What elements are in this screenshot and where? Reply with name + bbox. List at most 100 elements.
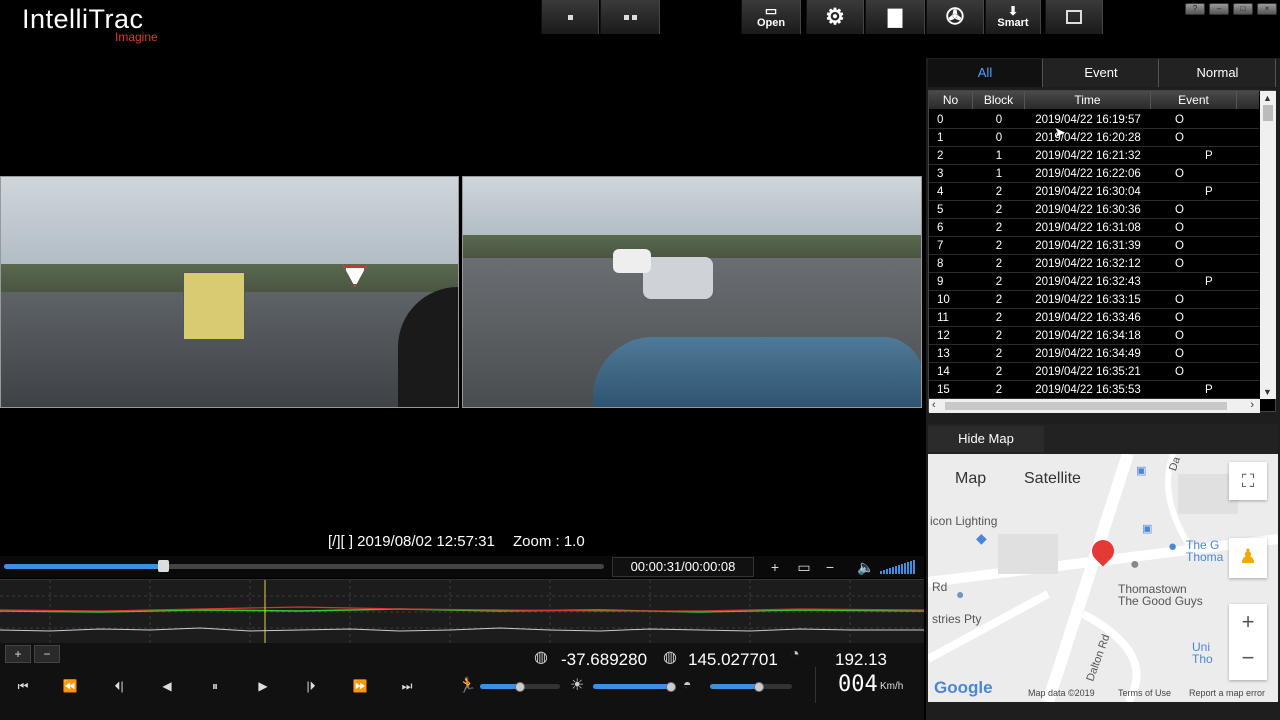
play-reverse-button[interactable]: ◀ (152, 676, 182, 696)
scroll-down-icon[interactable]: ▼ (1263, 387, 1272, 397)
snapshot-button[interactable] (1045, 0, 1103, 34)
fast-forward-button[interactable]: ⏩ (345, 676, 375, 696)
cell-no: 11 (937, 312, 949, 324)
table-row[interactable]: 7 2 2019/04/22 16:31:39 O (929, 237, 1259, 255)
playback-speed-slider-knob[interactable] (515, 682, 525, 692)
video-osd: [/][ ] 2019/08/02 12:57:31 Zoom : 1.0 (328, 533, 585, 550)
report-map-error-link[interactable]: Report a map error (1189, 688, 1265, 698)
brightness-slider-knob[interactable] (665, 682, 676, 692)
table-row[interactable]: 3 1 2019/04/22 16:22:06 O (929, 165, 1259, 183)
table-row[interactable]: 5 2 2019/04/22 16:30:36 O (929, 201, 1259, 219)
cell-block: 2 (995, 366, 1003, 378)
gsensor-graph[interactable] (0, 579, 925, 644)
cell-event-p: P (1205, 384, 1213, 396)
video-camera-1[interactable] (0, 176, 459, 408)
cell-event-o: O (1175, 312, 1184, 324)
hscroll-thumb[interactable] (945, 402, 1227, 410)
table-row[interactable]: 14 2 2019/04/22 16:35:21 O (929, 363, 1259, 381)
table-row[interactable]: 13 2 2019/04/22 16:34:49 O (929, 345, 1259, 363)
tab-all[interactable]: All (928, 59, 1043, 87)
printer-icon: ▇ (888, 6, 902, 27)
export-video-button[interactable]: ✇ (926, 0, 984, 34)
cell-event-o: O (1175, 114, 1184, 126)
cell-block: 2 (995, 384, 1003, 396)
skip-to-start-button[interactable]: ⏮ (8, 676, 38, 696)
map-data-credit: Map data ©2019 (1028, 688, 1095, 698)
scroll-up-icon[interactable]: ▲ (1263, 93, 1272, 103)
map-type-satellite-button[interactable]: Satellite (1024, 470, 1081, 488)
cell-event-o: O (1175, 330, 1184, 342)
table-row[interactable]: 4 2 2019/04/22 16:30:04 P (929, 183, 1259, 201)
playback-speed-slider-fill (480, 684, 520, 689)
column-header-time[interactable]: Time (1025, 91, 1151, 109)
smart-button[interactable]: ⬇ Smart (985, 0, 1041, 34)
map-zoom-in-button[interactable]: + (1229, 604, 1267, 640)
table-row[interactable]: 9 2 2019/04/22 16:32:43 P (929, 273, 1259, 291)
column-header-no[interactable]: No (929, 91, 973, 109)
terms-of-use-link[interactable]: Terms of Use (1118, 688, 1171, 698)
map-type-map-button[interactable]: Map (955, 470, 986, 488)
print-button[interactable]: ▇ (865, 0, 925, 34)
map-view[interactable]: Map Satellite ⛶ icon Lighting ◆ ▣ ▣ ● Th… (928, 454, 1278, 702)
table-row[interactable]: 0 0 2019/04/22 16:19:57 O (929, 111, 1259, 129)
graph-zoom-out-button[interactable]: − (34, 645, 60, 663)
compass-icon: ◔ (790, 646, 800, 663)
dual-view-button[interactable] (600, 0, 660, 34)
screen-mode-icon[interactable]: ▭ (795, 559, 813, 576)
table-row[interactable]: 2 1 2019/04/22 16:21:32 P (929, 147, 1259, 165)
tab-event[interactable]: Event (1044, 59, 1159, 87)
table-row[interactable]: 10 2 2019/04/22 16:33:15 O (929, 291, 1259, 309)
scroll-left-icon[interactable]: ‹ (932, 399, 936, 411)
table-row[interactable]: 8 2 2019/04/22 16:32:12 O (929, 255, 1259, 273)
graph-zoom-in-button[interactable]: + (5, 645, 31, 663)
volume-icon[interactable]: 🔈 (857, 559, 875, 576)
cell-block: 1 (995, 150, 1003, 162)
hide-map-button[interactable]: Hide Map (928, 426, 1044, 452)
cell-block: 2 (995, 258, 1003, 270)
window-help-button[interactable]: ? (1185, 3, 1205, 15)
fast-rewind-button[interactable]: ⏪ (55, 676, 85, 696)
window-close-button[interactable]: × (1257, 3, 1277, 15)
tab-normal[interactable]: Normal (1160, 59, 1276, 87)
play-button[interactable]: ▶ (248, 676, 278, 696)
scroll-right-icon[interactable]: › (1250, 399, 1254, 411)
cell-time: 2019/04/22 16:32:43 (1035, 276, 1141, 288)
zoom-in-icon[interactable]: + (767, 559, 783, 575)
table-row[interactable]: 1 0 2019/04/22 16:20:28 O (929, 129, 1259, 147)
street-view-icon[interactable]: ♟ (1229, 538, 1267, 578)
table-horizontal-scrollbar[interactable]: ‹ › (929, 399, 1260, 413)
map-label-rd: Rd (932, 580, 948, 594)
skip-to-end-button[interactable]: ⏭ (392, 676, 422, 696)
open-button[interactable]: ▭ Open (741, 0, 801, 34)
map-zoom-out-button[interactable]: − (1229, 640, 1267, 676)
cell-time: 2019/04/22 16:19:57 (1035, 114, 1141, 126)
cell-no: 14 (937, 366, 950, 378)
step-back-button[interactable]: ⏴︎| (104, 676, 134, 696)
time-readout: 00:00:31/00:00:08 (612, 557, 754, 577)
map-label-stries: stries Pty (932, 612, 982, 626)
speed-readout: 004 (838, 672, 878, 697)
table-row[interactable]: 12 2 2019/04/22 16:34:18 O (929, 327, 1259, 345)
column-header-event[interactable]: Event (1151, 91, 1237, 109)
column-header-block[interactable]: Block (973, 91, 1025, 109)
window-minimize-button[interactable]: – (1209, 3, 1229, 15)
pause-button[interactable]: ⏸ (200, 676, 230, 696)
video-camera-2[interactable] (462, 176, 922, 408)
fullscreen-icon[interactable]: ⛶ (1229, 462, 1267, 500)
settings-button[interactable]: ⚙ (806, 0, 864, 34)
speed-unit: Km/h (880, 681, 904, 692)
table-row[interactable]: 6 2 2019/04/22 16:31:08 O (929, 219, 1259, 237)
table-row[interactable]: 15 2 2019/04/22 16:35:53 P (929, 381, 1259, 399)
single-view-button[interactable] (541, 0, 599, 34)
zoom-control: + − (1229, 604, 1267, 680)
window-maximize-button[interactable]: □ (1233, 3, 1253, 15)
table-row[interactable]: 11 2 2019/04/22 16:33:46 O (929, 309, 1259, 327)
scroll-thumb[interactable] (1263, 105, 1273, 121)
cell-no: 5 (937, 204, 944, 216)
table-vertical-scrollbar[interactable]: ▲ ▼ (1260, 91, 1276, 399)
volume-level-bars[interactable] (880, 560, 916, 574)
seek-bar-handle[interactable] (158, 560, 169, 572)
step-forward-button[interactable]: |⏵︎ (296, 676, 326, 696)
cell-no: 7 (937, 240, 944, 252)
zoom-out-icon[interactable]: − (822, 559, 838, 575)
